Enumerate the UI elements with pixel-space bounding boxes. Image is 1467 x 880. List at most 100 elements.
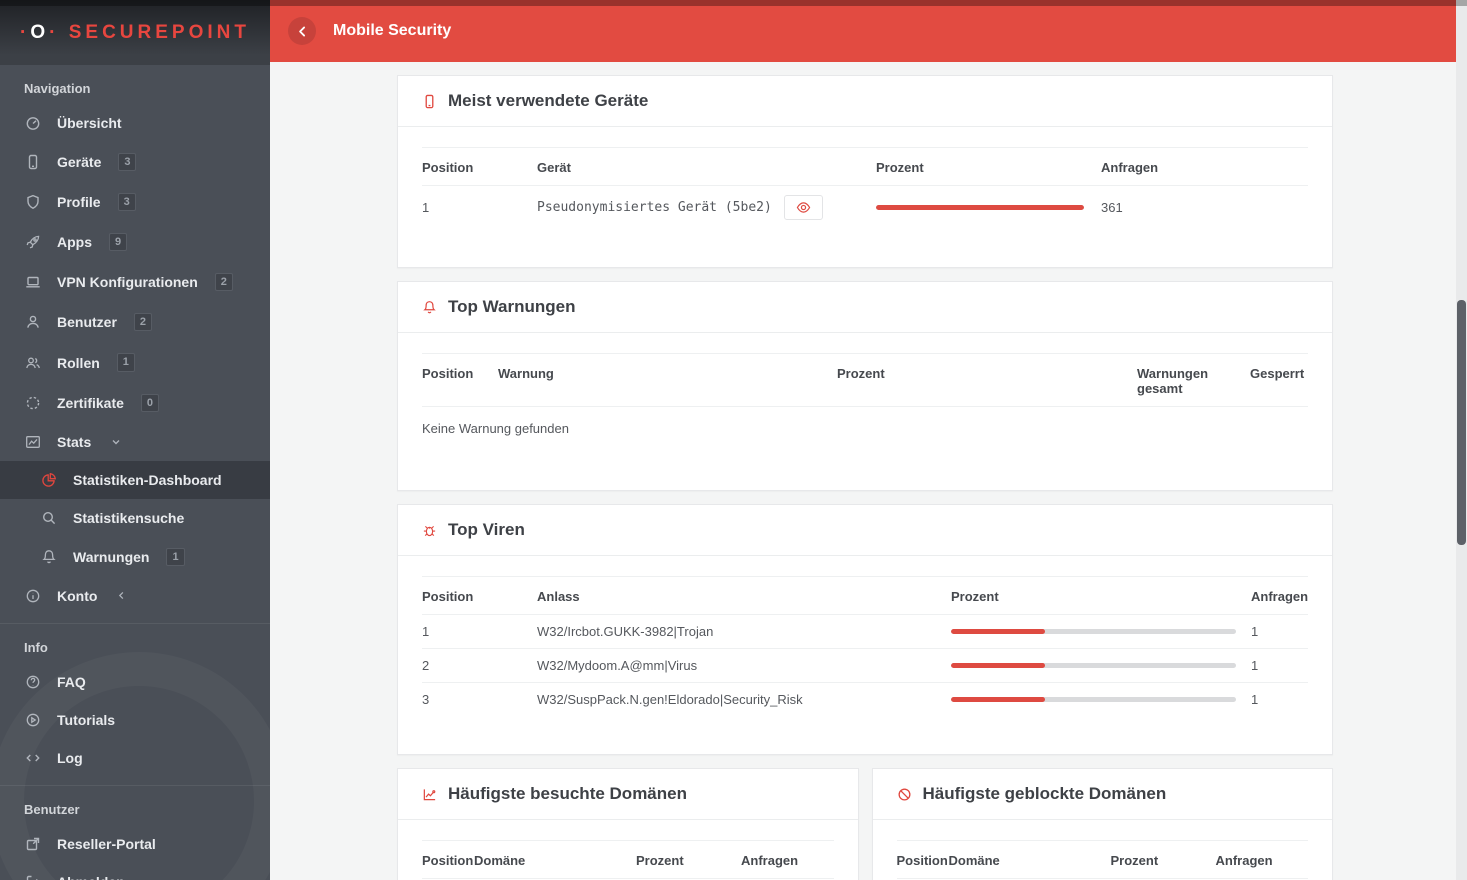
requests-cell: 361 <box>1101 185 1308 229</box>
devices-table: Position Gerät Prozent Anfragen 1 Pseudo… <box>422 147 1308 229</box>
sidebar-item-benutzer[interactable]: Benutzer 2 <box>0 302 270 342</box>
column-header: Gerät <box>537 160 571 175</box>
logo-dot-right: · <box>49 21 60 43</box>
bug-icon <box>422 523 437 538</box>
sidebar-item-statistiken-dashboard[interactable]: Statistiken-Dashboard <box>0 460 270 499</box>
visited-domains-table: Position Domäne Prozent Anfragen 1 <box>422 840 834 880</box>
virus-name: W32/Mydoom.A@mm|Virus <box>537 648 951 683</box>
table-row: 1 W32/Ircbot.GUKK-3982|Trojan 1 <box>422 614 1308 649</box>
info-circle-icon <box>24 588 42 604</box>
play-circle-icon <box>24 712 42 728</box>
card-title: Top Viren <box>448 520 525 539</box>
app-window: ·O· SECUREPOINT Navigation Übersicht Ger… <box>0 0 1467 880</box>
chevron-left-icon <box>116 590 127 601</box>
card-header: Meist verwendete Geräte <box>398 76 1332 127</box>
back-button[interactable] <box>288 17 316 45</box>
chevron-left-icon <box>296 25 309 38</box>
sidebar-item-profile[interactable]: Profile 3 <box>0 182 270 222</box>
view-device-button[interactable] <box>783 195 823 220</box>
logo-o-mark: O <box>30 21 50 43</box>
empty-state-text: Keine Warnung gefunden <box>422 406 1308 452</box>
vertical-scrollbar-thumb[interactable] <box>1457 300 1466 545</box>
device-name: Pseudonymisiertes Gerät (5be2) <box>537 200 772 215</box>
sidebar-item-konto[interactable]: Konto <box>0 577 270 615</box>
percent-bar <box>876 205 1084 210</box>
info-section: Info FAQ Tutorials Log <box>0 622 270 777</box>
sidebar-item-geraete[interactable]: Geräte 3 <box>0 142 270 182</box>
position-cell: 1 <box>422 185 537 229</box>
column-header: Prozent <box>636 853 684 868</box>
sidebar-item-label: VPN Konfigurationen <box>57 274 198 291</box>
sidebar-item-label: Zertifikate <box>57 394 124 411</box>
sidebar-item-log[interactable]: Log <box>0 739 270 777</box>
securepoint-logo[interactable]: ·O· SECUREPOINT <box>20 22 250 44</box>
user-section-label: Benutzer <box>24 801 80 817</box>
requests-cell: 1 <box>1251 682 1308 716</box>
sidebar-item-apps[interactable]: Apps 9 <box>0 222 270 262</box>
sidebar-item-vpn-konfigurationen[interactable]: VPN Konfigurationen 2 <box>0 262 270 302</box>
column-header: Prozent <box>837 366 885 381</box>
page-header: Mobile Security <box>270 0 1456 62</box>
requests-cell: 1 <box>1251 648 1308 683</box>
card-most-used-devices: Meist verwendete Geräte Position Gerät P… <box>397 75 1333 268</box>
column-header: Position <box>422 589 474 604</box>
sidebar-item-rollen[interactable]: Rollen 1 <box>0 342 270 382</box>
sidebar-item-tutorials[interactable]: Tutorials <box>0 701 270 739</box>
sidebar-item-stats[interactable]: Stats <box>0 423 270 461</box>
card-body: Position Domäne Prozent Anfragen 1 <box>873 820 1333 880</box>
column-header: Anfragen <box>1101 160 1159 175</box>
sidebar-item-label: Geräte <box>57 154 102 171</box>
card-header: Häufigste besuchte Domänen <box>398 769 858 820</box>
sidebar-item-abmelden[interactable]: Abmelden <box>0 863 270 880</box>
percent-bar-fill <box>951 629 1046 634</box>
virus-name: W32/SuspPack.N.gen!Eldorado|Security_Ris… <box>537 682 951 716</box>
logout-icon <box>24 874 42 880</box>
sidebar-item-label: Reseller-Portal <box>57 835 156 852</box>
external-link-icon <box>24 836 42 852</box>
count-badge: 3 <box>118 153 137 172</box>
card-header: Top Warnungen <box>398 282 1332 333</box>
column-header: Prozent <box>1110 853 1159 868</box>
sidebar-item-reseller-portal[interactable]: Reseller-Portal <box>0 825 270 863</box>
bottom-cards-row: Häufigste besuchte Domänen Position Domä… <box>397 768 1333 880</box>
column-header: Anfragen <box>741 853 799 868</box>
card-header: Top Viren <box>398 505 1332 556</box>
card-top-visited-domains: Häufigste besuchte Domänen Position Domä… <box>397 768 859 880</box>
nav-section: Navigation Übersicht Geräte 3 Profile 3 … <box>0 65 270 615</box>
sidebar-item-warnungen[interactable]: Warnungen 1 <box>0 537 270 577</box>
main-area: Mobile Security Meist verwendete Geräte <box>270 0 1456 880</box>
vertical-scrollbar-track[interactable] <box>1456 6 1467 880</box>
blocked-domains-table: Position Domäne Prozent Anfragen 1 <box>896 840 1308 880</box>
chart-icon <box>24 434 42 450</box>
column-header: Gesperrt <box>1250 366 1305 381</box>
logo-wordmark: SECUREPOINT <box>68 21 250 43</box>
bell-icon <box>422 300 437 315</box>
card-body: Position Gerät Prozent Anfragen 1 Pseudo… <box>398 127 1332 267</box>
sidebar-item-zertifikate[interactable]: Zertifikate 0 <box>0 383 270 423</box>
eye-icon <box>796 200 811 215</box>
column-header: Anfragen <box>1251 589 1309 604</box>
percent-bar-fill <box>951 663 1046 668</box>
column-header: Warnung <box>498 366 554 381</box>
sidebar-item-faq[interactable]: FAQ <box>0 663 270 701</box>
sidebar-item-label: Statistiken-Dashboard <box>73 471 222 488</box>
warnings-table: Position Warnung Prozent Warnungen gesam… <box>422 353 1308 452</box>
percent-bar <box>951 663 1236 668</box>
card-body: Position Anlass Prozent Anfragen 1 W32/I… <box>398 556 1332 754</box>
column-header: Domäne <box>948 853 1000 868</box>
percent-bar <box>951 629 1236 634</box>
card-title: Meist verwendete Geräte <box>448 91 649 110</box>
empty-state-row: Keine Warnung gefunden <box>422 406 1308 452</box>
sidebar-item-uebersicht[interactable]: Übersicht <box>0 104 270 142</box>
sidebar-item-statistikensuche[interactable]: Statistikensuche <box>0 499 270 537</box>
sidebar-item-label: Abmelden <box>57 874 125 880</box>
position-cell: 1 <box>422 614 537 649</box>
percent-bar-fill <box>951 697 1046 702</box>
table-row: 2 W32/Mydoom.A@mm|Virus 1 <box>422 648 1308 683</box>
smartphone-icon <box>422 94 437 109</box>
sidebar-item-label: Benutzer <box>57 314 117 331</box>
count-badge: 3 <box>117 193 136 212</box>
top-shade-strip <box>0 0 1467 6</box>
card-top-viruses: Top Viren Position Anlass Prozent Anfrag… <box>397 504 1333 755</box>
count-badge: 2 <box>214 273 233 292</box>
